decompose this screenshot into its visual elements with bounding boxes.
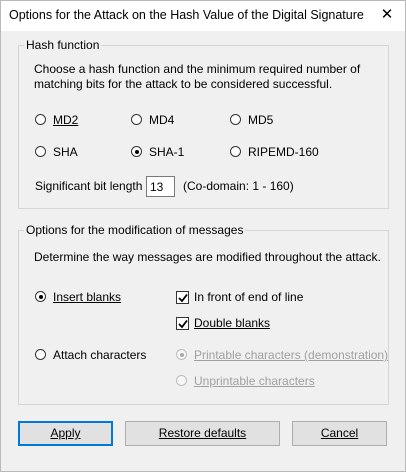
title-bar: Options for the Attack on the Hash Value…: [1, 1, 405, 31]
checkbox-in-front-box[interactable]: [176, 291, 189, 304]
hash-description-line2: matching bits for the attack to be consi…: [34, 77, 333, 91]
radio-attach-characters-label: Attach characters: [53, 348, 147, 362]
radio-md4-label: MD4: [149, 113, 175, 127]
cancel-button[interactable]: Cancel: [292, 421, 387, 446]
codomain-hint: (Co-domain: 1 - 160): [183, 179, 294, 193]
checkbox-double-blanks-label: Double blanks: [194, 316, 271, 330]
hash-function-legend: Hash function: [24, 38, 102, 52]
radio-md5-circle[interactable]: [230, 114, 241, 125]
radio-printable-label: Printable characters (demonstration): [194, 348, 389, 362]
radio-md2-label: MD2: [53, 113, 79, 127]
checkmark-icon: [178, 293, 188, 303]
radio-unprintable-label: Unprintable characters: [194, 374, 315, 388]
significant-bit-length-input[interactable]: [146, 176, 175, 197]
radio-attach-characters-circle[interactable]: [35, 349, 46, 360]
restore-defaults-label: Restore defaults: [158, 426, 247, 440]
modification-legend: Options for the modification of messages: [24, 223, 246, 237]
checkmark-icon: [178, 319, 188, 329]
modification-description: Determine the way messages are modified …: [34, 250, 381, 264]
significant-bit-length-label: Significant bit length: [35, 179, 143, 193]
restore-defaults-button[interactable]: Restore defaults: [125, 421, 280, 446]
radio-sha1-circle[interactable]: [131, 146, 142, 157]
radio-ripemd160-circle[interactable]: [230, 146, 241, 157]
radio-md4-circle[interactable]: [131, 114, 142, 125]
apply-button[interactable]: Apply: [18, 421, 113, 446]
checkbox-in-front-label: In front of end of line: [194, 290, 304, 304]
checkbox-double-blanks-box[interactable]: [176, 317, 189, 330]
apply-button-label: Apply: [50, 426, 81, 440]
cancel-button-label: Cancel: [320, 426, 359, 440]
radio-insert-blanks-circle[interactable]: [35, 291, 46, 302]
window-title: Options for the Attack on the Hash Value…: [9, 8, 364, 22]
radio-unprintable-circle[interactable]: [176, 375, 187, 386]
hash-description-line1: Choose a hash function and the minimum r…: [34, 62, 361, 76]
radio-insert-blanks-label: Insert blanks: [53, 290, 122, 304]
close-icon[interactable]: ✕: [369, 1, 405, 31]
dialog-window: Options for the Attack on the Hash Value…: [0, 0, 406, 472]
radio-sha-circle[interactable]: [35, 146, 46, 157]
radio-printable-circle[interactable]: [176, 349, 187, 360]
radio-md2-circle[interactable]: [35, 114, 46, 125]
radio-md5-label: MD5: [248, 113, 274, 127]
radio-sha1-label: SHA-1: [149, 145, 185, 159]
radio-sha-label: SHA: [53, 145, 78, 159]
radio-ripemd160-label: RIPEMD-160: [248, 145, 319, 159]
